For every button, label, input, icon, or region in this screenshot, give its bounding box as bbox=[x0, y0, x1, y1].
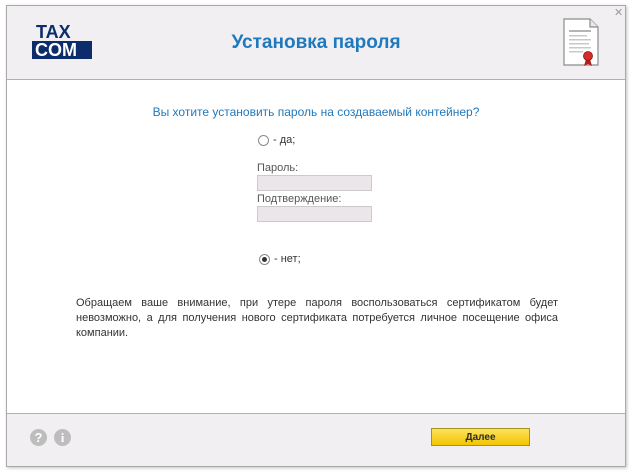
notice-text: Обращаем ваше внимание, при утере пароля… bbox=[76, 297, 558, 339]
option-yes-label: - да; bbox=[273, 134, 296, 146]
password-setup-window: TAX COM Установка пароля ✕ Вы хотите уст… bbox=[6, 5, 626, 467]
radio-no[interactable] bbox=[259, 253, 270, 265]
confirmation-label: Подтверждение: bbox=[257, 193, 342, 205]
close-icon[interactable]: ✕ bbox=[614, 8, 623, 19]
password-label: Пароль: bbox=[257, 162, 299, 174]
password-input[interactable] bbox=[257, 175, 372, 191]
info-icon[interactable]: i bbox=[54, 429, 71, 446]
question-text: Вы хотите установить пароль на создаваем… bbox=[152, 105, 480, 119]
header: TAX COM Установка пароля ✕ bbox=[7, 6, 625, 80]
next-button[interactable]: Далее bbox=[431, 428, 530, 446]
confirmation-input[interactable] bbox=[257, 206, 372, 222]
page-title: Установка пароля bbox=[231, 32, 401, 53]
document-certificate-icon bbox=[562, 17, 600, 72]
radio-yes[interactable] bbox=[258, 134, 269, 146]
option-no[interactable]: - нет; bbox=[259, 253, 301, 265]
option-yes[interactable]: - да; bbox=[258, 134, 295, 146]
option-no-label: - нет; bbox=[274, 253, 301, 265]
footer: ? i Далее bbox=[7, 413, 625, 466]
help-icon[interactable]: ? bbox=[30, 429, 47, 446]
